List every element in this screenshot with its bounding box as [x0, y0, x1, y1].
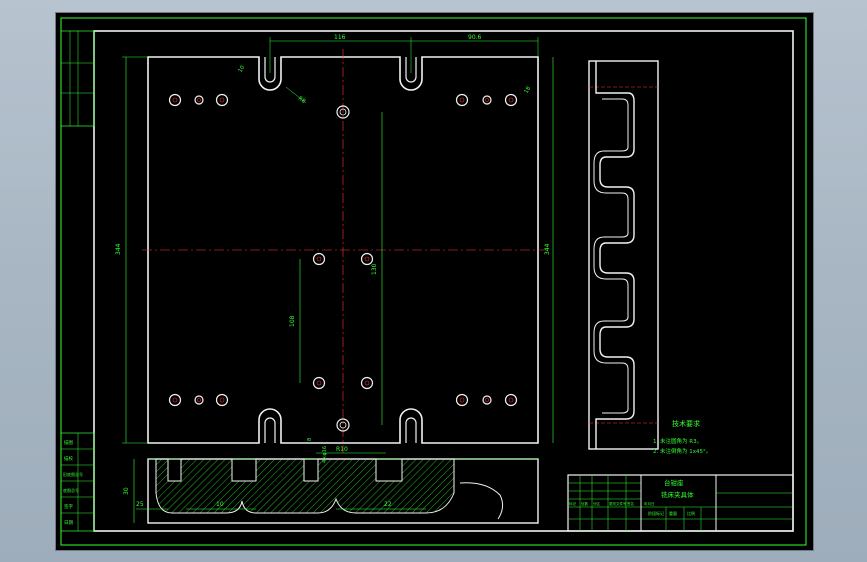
tb-row-label-4: 更改文件号 — [609, 501, 627, 506]
dim-section-left: 25 — [136, 501, 144, 508]
dim-section-a: 10 — [216, 501, 224, 508]
dim-top-right: 90.6 — [468, 34, 482, 41]
dimensions-top-view: 116 90.6 344 344 108 130 10 18 R8 R10 8 — [115, 34, 554, 454]
strip-label-4: 底图总号 — [63, 487, 79, 493]
tb-row-label-3: 分区 — [593, 501, 601, 506]
dim-inner-1: 108 — [289, 315, 296, 327]
holes-bottom-right — [455, 393, 518, 407]
part-name-line2: 铣床夹具体 — [661, 490, 694, 499]
dim-section-height: 30 — [123, 487, 130, 495]
dim-inner-2: 130 — [371, 263, 378, 275]
holes-bottom-left — [168, 393, 229, 407]
dim-right-height: 344 — [544, 243, 551, 255]
holes-top-left — [168, 93, 229, 107]
dim-corner-1: 10 — [238, 64, 247, 73]
section-view: 30 25 10 22 4×φ16 — [123, 446, 539, 524]
tb-row-label-1: 标记 — [569, 501, 577, 506]
part-name-line1: 台钳座 — [664, 478, 684, 487]
tb-row-label-5: 签名 — [627, 501, 634, 506]
tb-row-label-2: 处数 — [581, 501, 589, 506]
strip-label-5: 签字 — [64, 503, 73, 510]
tech-req-item-1: 1. 未注圆角为 R3。 — [653, 437, 702, 445]
section-hatch — [155, 458, 455, 514]
strip-label-3: 旧底图总号 — [63, 471, 83, 477]
side-view — [588, 60, 659, 450]
engineering-drawing: 描图 描校 旧底图总号 底图总号 签字 日期 116 90.6 344 344 … — [60, 17, 807, 546]
strip-label-2: 描校 — [64, 455, 73, 462]
inner-frame — [93, 30, 794, 532]
strip-label-6: 日期 — [64, 520, 73, 526]
tb-small-label-3: 比例 — [687, 510, 695, 516]
title-block: 台钳座 铣床夹具体 标记 处数 分区 更改文件号 签名 年月日 阶段标记 重量 … — [567, 474, 794, 532]
left-strip: 描图 描校 旧底图总号 底图总号 签字 日期 — [60, 30, 95, 532]
strip-label-1: 描图 — [64, 439, 73, 446]
dim-left-height: 344 — [115, 243, 122, 255]
dim-top-left: 116 — [334, 34, 346, 41]
dim-slot-radius: R8 — [297, 96, 307, 105]
tb-small-label-1: 阶段标记 — [648, 510, 664, 516]
cad-viewport[interactable]: 描图 描校 旧底图总号 底图总号 签字 日期 116 90.6 344 344 … — [55, 12, 814, 551]
technical-requirements: 技术要求 1. 未注圆角为 R3。 2. 未注倒角为 1x45°。 — [653, 419, 711, 455]
dim-bottom-small: 8 — [307, 438, 313, 441]
tech-req-title: 技术要求 — [672, 419, 700, 428]
dim-corner-2: 18 — [524, 85, 533, 94]
holes-top-right — [455, 93, 518, 107]
dim-hole-note: 4×φ16 — [322, 446, 328, 463]
tech-req-item-2: 2. 未注倒角为 1x45°。 — [653, 447, 711, 455]
top-view: 116 90.6 344 344 108 130 10 18 R8 R10 8 — [115, 34, 554, 454]
dim-section-b: 22 — [384, 501, 392, 508]
tb-row-label-6: 年月日 — [644, 501, 655, 506]
tb-small-label-2: 重量 — [669, 510, 677, 516]
dim-bottom-center: R10 — [336, 446, 348, 453]
